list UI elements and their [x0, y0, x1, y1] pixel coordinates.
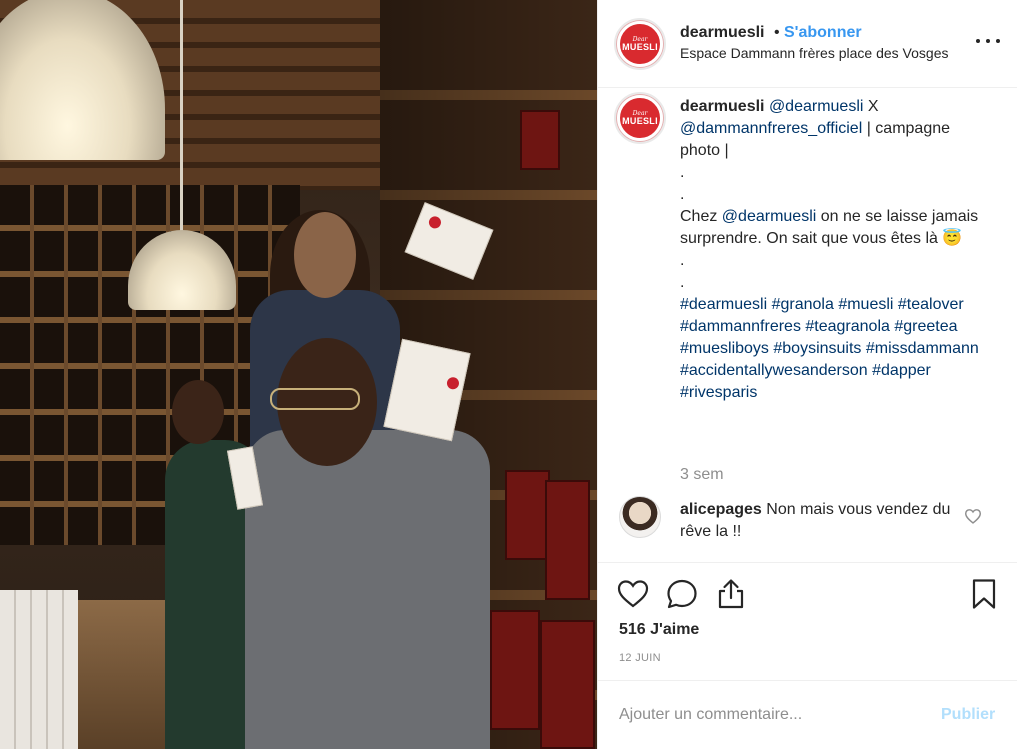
- hashtags[interactable]: #dearmuesli #granola #muesli #tealover #…: [680, 296, 979, 401]
- post-side-panel: Dear MUESLI dearmuesli • S'abonner Espac…: [597, 0, 1017, 749]
- account-username[interactable]: dearmuesli: [680, 24, 764, 42]
- separator-dot: •: [774, 24, 780, 41]
- person-left-head: [172, 380, 224, 444]
- post-header: Dear MUESLI dearmuesli • S'abonner Espac…: [598, 0, 1017, 88]
- post-date: 12 JUIN: [619, 652, 661, 664]
- caption-fragment: Chez: [680, 208, 722, 225]
- mention-link[interactable]: @dammannfreres_officiel: [680, 120, 862, 137]
- mention-link[interactable]: @dearmuesli: [722, 208, 817, 225]
- account-avatar[interactable]: Dear MUESLI: [614, 18, 666, 70]
- tea-box: [540, 620, 595, 749]
- tea-box: [490, 610, 540, 730]
- caption-fragment: X: [863, 98, 879, 115]
- tea-box: [545, 480, 590, 600]
- tea-box: [520, 110, 560, 170]
- comment-icon[interactable]: [665, 577, 699, 611]
- post-time[interactable]: 3 sem: [680, 466, 724, 484]
- caption-dot: .: [680, 164, 685, 181]
- commenter-avatar[interactable]: [619, 496, 661, 538]
- instagram-post: Dear MUESLI dearmuesli • S'abonner Espac…: [0, 0, 1017, 749]
- caption-dot: .: [680, 186, 685, 203]
- comment-text: alicepages Non mais vous vendez du rêve …: [680, 499, 970, 543]
- add-comment-bar: Publier: [598, 680, 1017, 749]
- muesli-logo-icon: Dear MUESLI: [617, 95, 663, 141]
- paper-bags: [0, 590, 78, 749]
- glasses: [270, 388, 360, 410]
- caption-text: dearmuesli @dearmuesli X @dammannfreres_…: [680, 96, 990, 404]
- caption-dot: .: [680, 252, 685, 269]
- more-icon[interactable]: [976, 31, 1000, 51]
- person-front-body: [245, 430, 490, 749]
- logo-brand-text: MUESLI: [622, 115, 658, 126]
- comment-item: alicepages Non mais vous vendez du rêve …: [598, 494, 1017, 554]
- lamp-cord: [180, 0, 183, 232]
- tea-box: [505, 470, 550, 560]
- like-count[interactable]: 516 J'aime: [619, 621, 699, 639]
- caption-dot: .: [680, 274, 685, 291]
- logo-brand-text: MUESLI: [622, 41, 658, 52]
- caption-username[interactable]: dearmuesli: [680, 98, 764, 115]
- caption-block: Dear MUESLI dearmuesli @dearmuesli X @da…: [598, 88, 1017, 563]
- comment-input[interactable]: [619, 703, 919, 727]
- post-photo[interactable]: [0, 0, 597, 749]
- heart-icon[interactable]: [616, 577, 650, 611]
- muesli-logo-icon: Dear MUESLI: [617, 21, 663, 67]
- mention-link[interactable]: @dearmuesli: [769, 98, 864, 115]
- publish-button[interactable]: Publier: [941, 706, 995, 724]
- share-icon[interactable]: [714, 577, 748, 611]
- heart-small-icon[interactable]: [964, 508, 982, 524]
- person-center-head: [294, 212, 356, 298]
- action-bar: [598, 562, 1017, 624]
- commenter-username[interactable]: alicepages: [680, 501, 762, 518]
- bookmark-icon[interactable]: [967, 577, 1001, 611]
- follow-button[interactable]: S'abonner: [784, 24, 862, 42]
- caption-avatar[interactable]: Dear MUESLI: [614, 92, 666, 144]
- location-link[interactable]: Espace Dammann frères place des Vosges: [680, 45, 948, 61]
